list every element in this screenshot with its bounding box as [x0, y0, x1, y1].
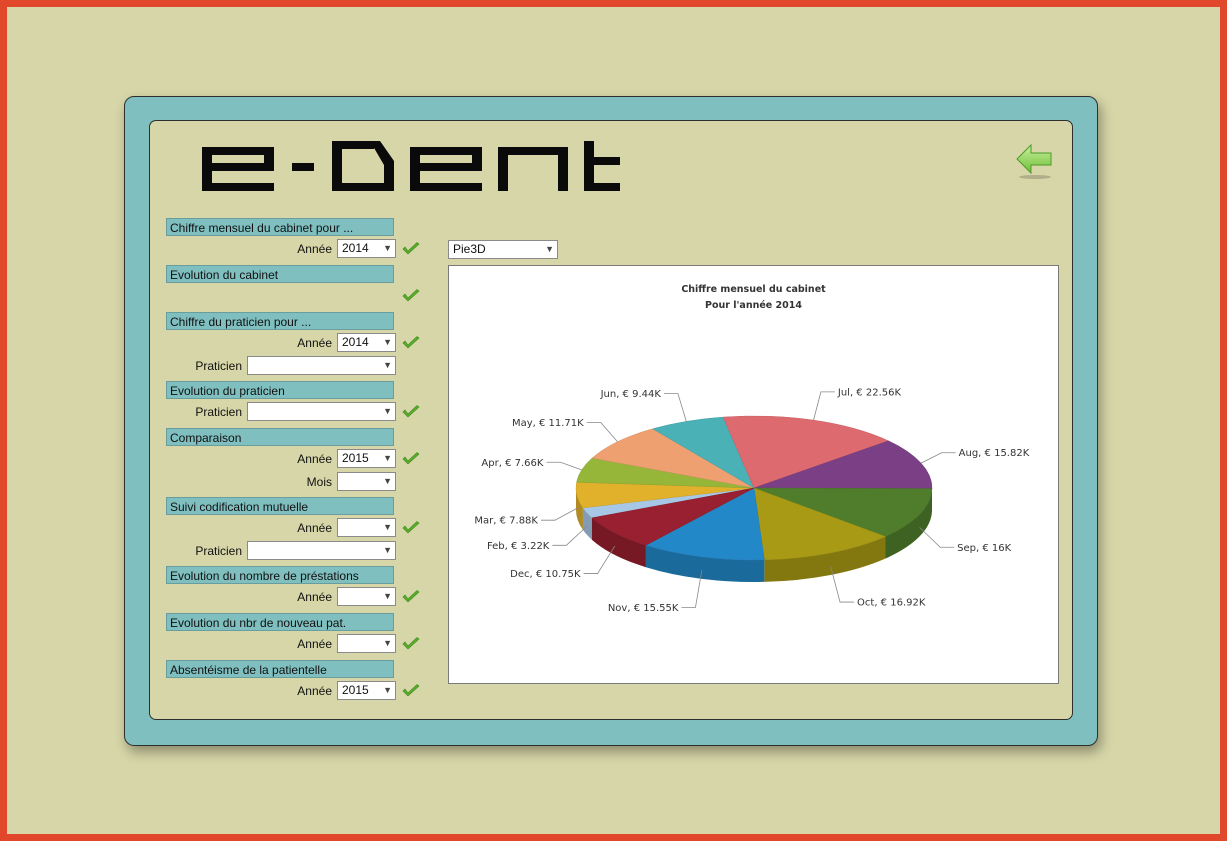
field-label: Année	[297, 684, 332, 698]
field-label: Praticien	[195, 544, 242, 558]
chart-type-select[interactable]: Pie3D ▼	[448, 240, 558, 259]
checkmark-icon[interactable]	[402, 684, 420, 698]
chevron-down-icon: ▼	[545, 244, 554, 254]
annee-select[interactable]: ▼	[337, 634, 396, 653]
checkmark-icon[interactable]	[402, 590, 420, 604]
chevron-down-icon: ▼	[383, 243, 392, 253]
annee-select[interactable]: 2014 ▼	[337, 239, 396, 258]
field-label: Année	[297, 336, 332, 350]
chevron-down-icon: ▼	[383, 638, 392, 648]
pie-chart: Feb, € 3.22K Mar, € 7.88K Apr, € 7.66K May,…	[474, 387, 1030, 614]
section-header: Chiffre mensuel du cabinet pour ...	[166, 218, 394, 236]
annee-select[interactable]: ▼	[337, 518, 396, 537]
pie-slice-label: May, € 11.71K	[512, 418, 584, 429]
main-window-frame: Chiffre mensuel du cabinet pour ... Année…	[124, 96, 1098, 746]
pie-label-leader	[813, 391, 835, 421]
pie-label-leader	[663, 393, 687, 422]
checkmark-icon[interactable]	[402, 637, 420, 651]
section-header: Evolution du cabinet	[166, 265, 394, 283]
chevron-down-icon: ▼	[383, 453, 392, 463]
checkmark-icon[interactable]	[402, 405, 420, 419]
pie-slice-label: Apr, € 7.66K	[481, 458, 543, 469]
praticien-select[interactable]: ▼	[247, 356, 396, 375]
section-header: Absentéisme de la patientelle	[166, 660, 394, 678]
section-header: Evolution du praticien	[166, 381, 394, 399]
checkmark-icon[interactable]	[402, 289, 420, 303]
field-label: Mois	[306, 475, 332, 489]
chevron-down-icon: ▼	[383, 591, 392, 601]
select-value: 2014	[342, 335, 369, 349]
section-header: Chiffre du praticien pour ...	[166, 312, 394, 330]
checkmark-icon[interactable]	[402, 521, 420, 535]
back-arrow-icon[interactable]	[1015, 143, 1055, 181]
chevron-down-icon: ▼	[383, 685, 392, 695]
pie-label-leader	[552, 525, 588, 546]
annee-select[interactable]: 2014 ▼	[337, 333, 396, 352]
field-label: Praticien	[195, 405, 242, 419]
select-value: 2015	[342, 451, 369, 465]
chart-container: Chiffre mensuel du cabinet Pour l'année …	[448, 265, 1059, 684]
field-label: Année	[297, 590, 332, 604]
mois-select[interactable]: ▼	[337, 472, 396, 491]
field-label: Praticien	[195, 359, 242, 373]
select-value: 2015	[342, 683, 369, 697]
chevron-down-icon: ▼	[383, 545, 392, 555]
pie-slice-label: Oct, € 16.92K	[857, 598, 926, 609]
main-panel: Chiffre mensuel du cabinet pour ... Année…	[149, 120, 1073, 720]
field-label: Année	[297, 452, 332, 466]
pie-label-leader	[920, 452, 956, 464]
pie-label-leader	[586, 422, 618, 443]
pie-slice-label: Sep, € 16K	[957, 543, 1011, 554]
praticien-select[interactable]: ▼	[247, 402, 396, 421]
pie-label-leader	[540, 508, 578, 521]
field-label: Année	[297, 242, 332, 256]
pie-slice-label: Nov, € 15.55K	[608, 603, 679, 614]
chevron-down-icon: ▼	[383, 360, 392, 370]
section-header: Comparaison	[166, 428, 394, 446]
pie-slice-label: Aug, € 15.82K	[959, 448, 1030, 459]
section-header: Suivi codification mutuelle	[166, 497, 394, 515]
pie-slice-label: Jul, € 22.56K	[837, 387, 902, 398]
pie-slice-label: Dec, € 10.75K	[510, 569, 581, 580]
field-label: Année	[297, 637, 332, 651]
pie-slice-label: Jun, € 9.44K	[600, 389, 662, 400]
chevron-down-icon: ▼	[383, 337, 392, 347]
checkmark-icon[interactable]	[402, 336, 420, 350]
checkmark-icon[interactable]	[402, 452, 420, 466]
chevron-down-icon: ▼	[383, 406, 392, 416]
pie-label-leader	[546, 461, 582, 471]
section-header: Evolution du nombre de préstations	[166, 566, 394, 584]
annee-select[interactable]: 2015 ▼	[337, 681, 396, 700]
chart-type-value: Pie3D	[453, 242, 486, 256]
chevron-down-icon: ▼	[383, 476, 392, 486]
field-label: Année	[297, 521, 332, 535]
section-header: Evolution du nbr de nouveau pat.	[166, 613, 394, 631]
annee-select[interactable]: ▼	[337, 587, 396, 606]
annee-select[interactable]: 2015 ▼	[337, 449, 396, 468]
chevron-down-icon: ▼	[383, 522, 392, 532]
checkmark-icon[interactable]	[402, 242, 420, 256]
e-dent-logo	[202, 141, 620, 191]
pie-slice-label: Feb, € 3.22K	[487, 541, 550, 552]
pie-slice-label: Mar, € 7.88K	[474, 516, 538, 527]
pie-label-leader	[919, 527, 955, 548]
praticien-select[interactable]: ▼	[247, 541, 396, 560]
select-value: 2014	[342, 241, 369, 255]
